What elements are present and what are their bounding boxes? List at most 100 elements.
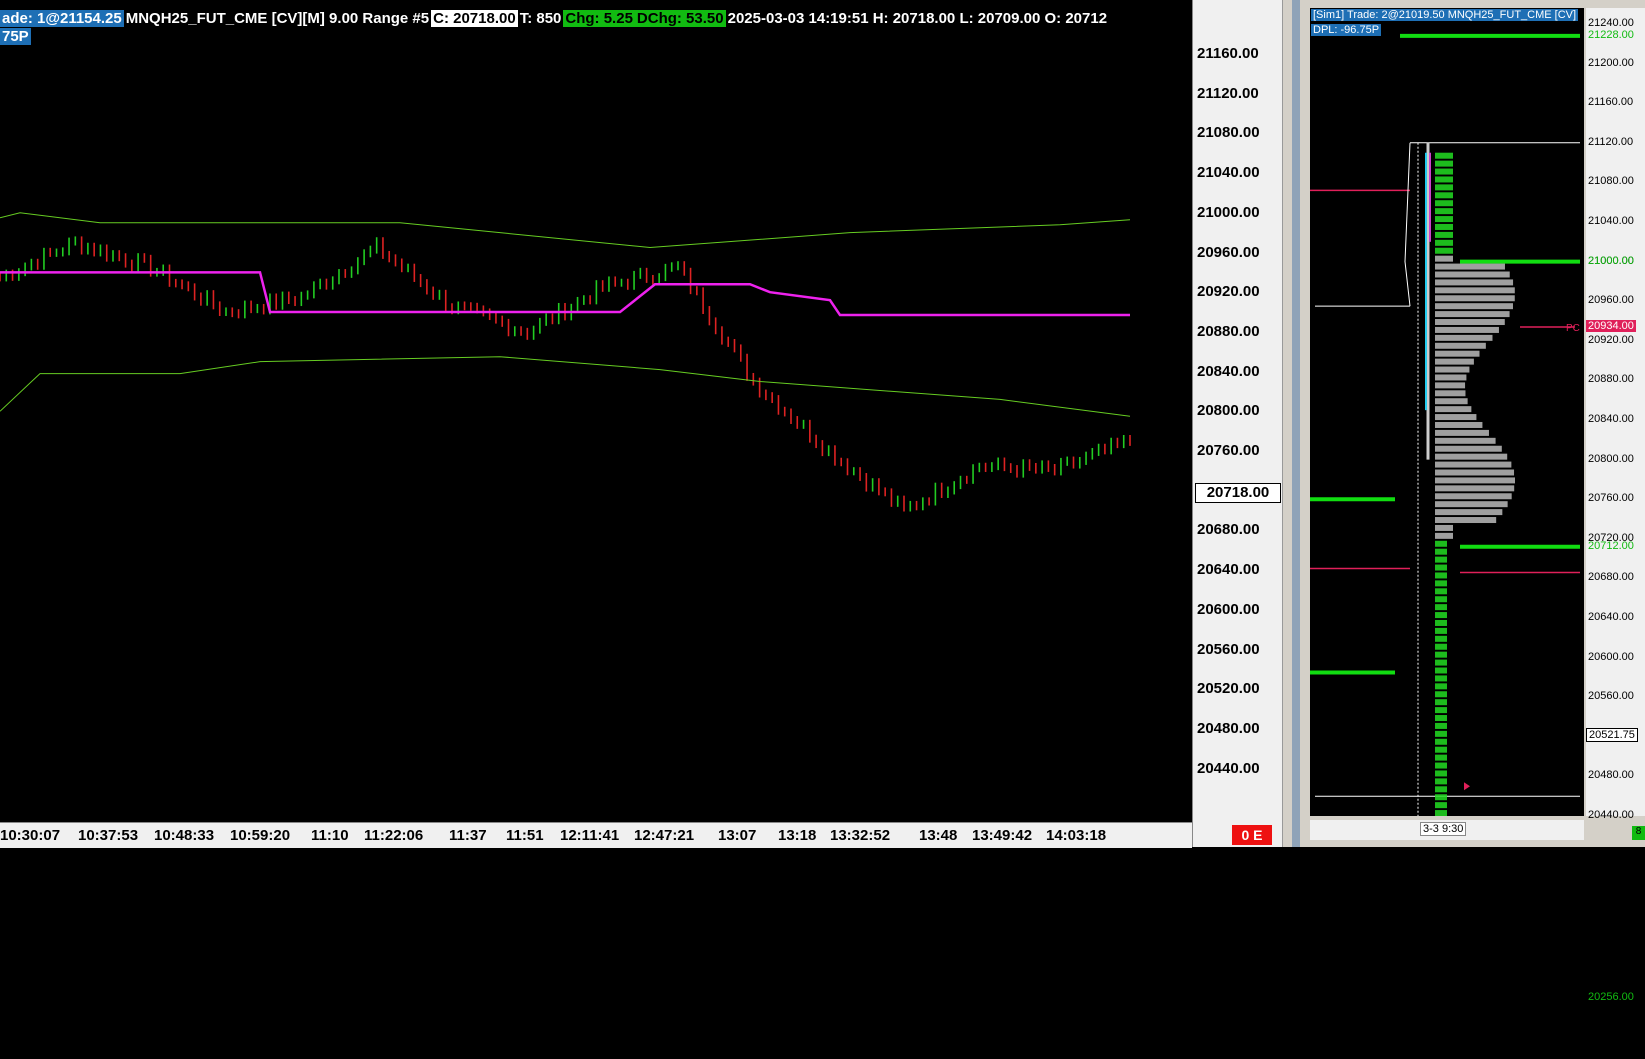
tpo-row [1435, 509, 1503, 516]
tpo-row [1435, 485, 1515, 492]
ohlc-stats: 2025-03-03 14:19:51 H: 20718.00 L: 20709… [727, 9, 1108, 27]
tpo-row [1435, 184, 1453, 191]
tpo-row [1435, 445, 1502, 452]
price-axis-label: 21000.00 [1197, 203, 1260, 221]
tpo-axis-label: 20360.00 [1588, 888, 1634, 901]
tpo-axis-label: 20840.00 [1588, 413, 1634, 425]
tpo-row [1435, 699, 1447, 706]
tpo-row [1435, 239, 1453, 246]
tpo-row [1435, 295, 1515, 302]
tpo-row [1435, 382, 1466, 389]
error-badge[interactable]: 0 E [1232, 825, 1272, 845]
tpo-row [1435, 596, 1447, 603]
time-axis-label: 12:47:21 [634, 827, 695, 844]
level-axis-label: 21228.00 [1588, 28, 1634, 41]
tpo-row [1435, 754, 1447, 761]
tpo-axis-label: 20280.00 [1588, 967, 1634, 980]
tpo-axis-label: 20480.00 [1588, 769, 1634, 782]
tpo-axis-label: 20560.00 [1588, 690, 1634, 703]
tpo-row [1435, 461, 1512, 468]
tpo-row [1435, 247, 1453, 254]
window-splitter[interactable] [1282, 0, 1310, 847]
time-axis[interactable]: 10:30:07 10:37:53 10:48:33 10:59:20 11:10 11:… [0, 822, 1272, 848]
price-axis[interactable]: 21160.00 21120.00 21080.00 21040.00 21000.00… [1192, 0, 1283, 847]
time-axis-label: 13:18 [778, 827, 817, 844]
tpo-axis-label: 20960.00 [1588, 294, 1634, 307]
price-axis-label: 20600.00 [1197, 600, 1260, 618]
tpo-axis-label: 20800.00 [1588, 452, 1634, 465]
tpo-row [1435, 564, 1447, 571]
time-axis-label: 11:22:06 [364, 827, 424, 844]
tpo-row [1435, 319, 1505, 326]
price-axis-label: 21160.00 [1197, 45, 1259, 62]
current-arrow [1464, 782, 1470, 791]
tpo-row [1435, 627, 1447, 634]
tpo-row [1435, 619, 1447, 626]
tpo-row [1435, 802, 1447, 809]
tpo-row [1435, 160, 1453, 167]
tpo-price-axis[interactable]: 21240.00 21200.00 21160.00 21120.00 21080.00… [1586, 8, 1645, 1059]
tpo-axis-label: 20880.00 [1588, 373, 1634, 386]
tpo-row [1435, 208, 1453, 215]
tpo-row [1435, 287, 1515, 294]
tpo-row [1435, 580, 1447, 587]
tpo-row [1435, 279, 1514, 286]
tpo-row [1435, 667, 1447, 674]
tpo-row [1435, 255, 1453, 262]
time-axis-label: 13:07 [718, 827, 757, 844]
tpo-row [1435, 390, 1466, 397]
time-axis-label: 10:30:07 [0, 827, 61, 844]
tpo-axis-label: 20600.00 [1588, 650, 1634, 663]
tpo-row [1435, 643, 1447, 650]
tpo-chart-canvas[interactable]: PC [1310, 8, 1584, 816]
time-axis-label: 11:51 [506, 827, 544, 844]
time-axis-label: 11:37 [449, 827, 487, 844]
tpo-row [1435, 730, 1447, 737]
tpo-row [1435, 398, 1468, 405]
tpo-row [1435, 263, 1505, 270]
tpo-axis-label: 20200.00 [1588, 1046, 1634, 1059]
tpo-row [1435, 746, 1447, 753]
tpo-row [1435, 366, 1470, 373]
close-value: C: 20718.00 [431, 9, 518, 27]
tpo-row [1435, 548, 1447, 555]
price-chart-canvas[interactable] [0, 0, 1192, 822]
tpo-row [1435, 342, 1486, 349]
tpo-row [1435, 231, 1453, 238]
time-axis-label: 10:48:33 [154, 827, 215, 844]
tpo-row [1435, 794, 1447, 801]
tpo-row [1435, 532, 1453, 539]
tpo-row [1435, 271, 1510, 278]
tpo-axis-label: 20320.00 [1588, 927, 1634, 940]
tpo-row [1435, 421, 1483, 428]
tpo-time-axis[interactable]: 3-3 9:30 [1310, 820, 1584, 840]
chart-header: ade: 1@21154.25 MNQH25_FUT_CME [CV][M] 9… [0, 8, 1109, 28]
tpo-row [1435, 493, 1512, 500]
tpo-row [1435, 334, 1493, 341]
trade-info: ade: 1@21154.25 [0, 9, 124, 27]
tpo-row [1435, 311, 1510, 318]
tpo-row [1435, 635, 1447, 642]
tpo-row [1435, 588, 1447, 595]
tpo-row [1435, 358, 1474, 365]
lower-band-line [0, 356, 1131, 417]
tpo-row [1435, 326, 1499, 333]
time-axis-label: 11:10 [311, 827, 349, 844]
tpo-axis-label: 21040.00 [1588, 215, 1634, 227]
tpo-row [1435, 715, 1447, 722]
price-axis-label: 20440.00 [1197, 759, 1260, 777]
price-axis-label: 20480.00 [1197, 719, 1260, 737]
symbol-info: MNQH25_FUT_CME [CV][M] 9.00 Range #5 [125, 9, 430, 27]
tpo-row [1435, 350, 1480, 357]
price-axis-label: 20520.00 [1197, 680, 1260, 698]
tpo-row [1435, 556, 1447, 563]
splitter-handle[interactable] [1292, 0, 1300, 847]
tpo-row [1435, 707, 1447, 714]
tpo-row [1435, 786, 1447, 793]
main-chart-panel: ade: 1@21154.25 MNQH25_FUT_CME [CV][M] 9… [0, 0, 1283, 848]
tpo-row [1435, 691, 1447, 698]
price-axis-label: 21080.00 [1197, 124, 1260, 142]
price-axis-label: 20800.00 [1197, 402, 1260, 420]
tpo-axis-label: 20760.00 [1588, 492, 1634, 505]
price-axis-label: 20920.00 [1197, 283, 1260, 301]
